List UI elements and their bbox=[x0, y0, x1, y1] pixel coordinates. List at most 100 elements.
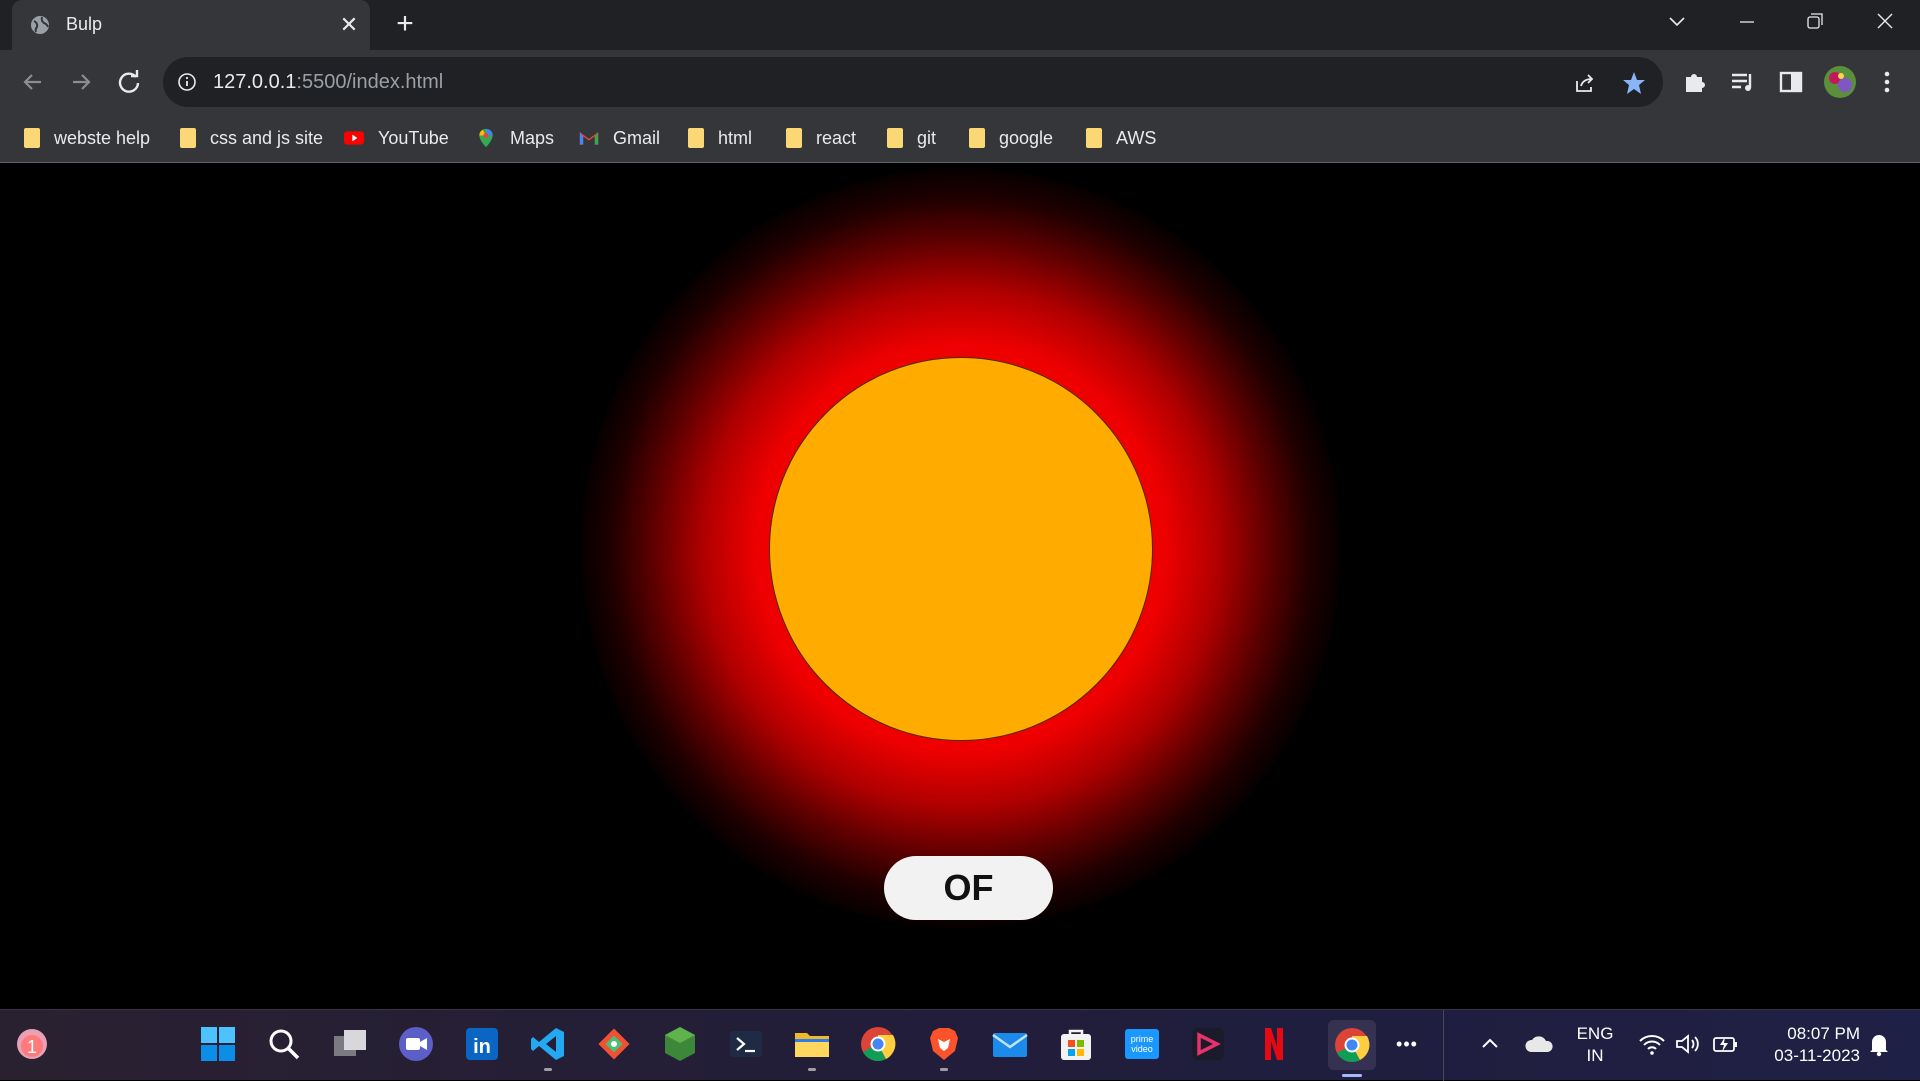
globe-icon bbox=[31, 16, 49, 34]
bookmark-aws[interactable]: AWS bbox=[1082, 123, 1156, 153]
taskbar-separator bbox=[1443, 1010, 1444, 1081]
new-tab-button[interactable]: + bbox=[390, 9, 420, 40]
volume-icon bbox=[1676, 1034, 1699, 1054]
tab-search-button[interactable] bbox=[1659, 8, 1695, 36]
gmail-icon bbox=[579, 132, 599, 145]
bookmark-label: YouTube bbox=[378, 127, 449, 148]
brave-button[interactable] bbox=[924, 1024, 964, 1071]
bookmark-google[interactable]: google bbox=[965, 123, 1053, 153]
wifi-button[interactable] bbox=[1632, 1024, 1672, 1064]
more-menu-icon[interactable] bbox=[1873, 68, 1901, 96]
bookmark-label: AWS bbox=[1116, 127, 1157, 148]
bookmark-css-and-js-site[interactable]: css and js site bbox=[176, 123, 323, 153]
teams-icon bbox=[399, 1027, 433, 1061]
clock-date: 03-11-2023 bbox=[1774, 1046, 1860, 1065]
onedrive-button[interactable] bbox=[1519, 1024, 1559, 1064]
search-button[interactable] bbox=[264, 1024, 304, 1064]
region-code: IN bbox=[1586, 1046, 1604, 1065]
bookmark-label: webste help bbox=[54, 127, 151, 148]
light-bulb bbox=[769, 357, 1153, 741]
bookmark-label: html bbox=[718, 127, 753, 148]
terminal-button[interactable] bbox=[726, 1024, 766, 1064]
app-button[interactable] bbox=[1188, 1024, 1228, 1064]
chrome-icon bbox=[1335, 1028, 1370, 1062]
prime-video-button[interactable]: prime video bbox=[1122, 1024, 1162, 1064]
git-button[interactable] bbox=[594, 1024, 634, 1064]
battery-button[interactable] bbox=[1706, 1024, 1746, 1064]
media-queue-icon[interactable] bbox=[1729, 68, 1757, 96]
restore-icon bbox=[1807, 13, 1823, 29]
bookmark-label: Gmail bbox=[613, 127, 661, 148]
minimize-button[interactable] bbox=[1729, 8, 1765, 36]
info-icon[interactable] bbox=[177, 72, 197, 92]
minimize-icon bbox=[1740, 21, 1754, 23]
address-bar[interactable]: 127.0.0.1:5500/index.html bbox=[163, 57, 1663, 107]
vscode-button[interactable] bbox=[528, 1024, 568, 1071]
file-explorer-button[interactable] bbox=[792, 1024, 832, 1071]
brave-icon bbox=[930, 1028, 958, 1060]
chrome-icon bbox=[861, 1027, 896, 1061]
netflix-button[interactable] bbox=[1254, 1024, 1294, 1064]
input-language[interactable]: ENG IN bbox=[1570, 1023, 1620, 1067]
profile-avatar-icon[interactable] bbox=[1823, 65, 1857, 99]
running-indicator bbox=[808, 1068, 816, 1071]
bookmark-label: google bbox=[999, 127, 1054, 148]
linkedin-icon: in bbox=[466, 1028, 498, 1060]
mail-button[interactable] bbox=[990, 1024, 1030, 1064]
chrome-active-button[interactable] bbox=[1328, 1020, 1376, 1077]
bookmark-youtube[interactable]: YouTube bbox=[344, 123, 449, 153]
bookmark-label: css and js site bbox=[210, 127, 324, 148]
restore-button[interactable] bbox=[1797, 8, 1833, 36]
tab-close-button[interactable]: ✕ bbox=[337, 13, 361, 37]
star-icon[interactable] bbox=[1621, 70, 1647, 96]
toggle-button[interactable]: OF bbox=[884, 856, 1053, 920]
browser-tab[interactable]: Bulp ✕ bbox=[12, 0, 370, 50]
folder-icon bbox=[969, 128, 985, 148]
notification-app[interactable]: 1 bbox=[12, 1024, 52, 1064]
taskbar: 1 in prime video ••• ENG IN 08:07 PM 03-… bbox=[0, 1009, 1920, 1081]
arrow-right-icon bbox=[73, 74, 91, 90]
bookmark-label: Maps bbox=[510, 127, 555, 148]
page-viewport: OF bbox=[0, 164, 1920, 1009]
bookmark-maps[interactable]: Maps bbox=[476, 123, 554, 153]
back-button[interactable] bbox=[17, 66, 49, 98]
more-apps-button[interactable]: ••• bbox=[1387, 1024, 1427, 1064]
bookmark-git[interactable]: git bbox=[883, 123, 936, 153]
app-icon bbox=[1192, 1028, 1224, 1060]
show-hidden-icons-button[interactable] bbox=[1470, 1024, 1510, 1064]
start-button[interactable] bbox=[198, 1024, 238, 1064]
folder-icon bbox=[24, 128, 40, 148]
node-button[interactable] bbox=[660, 1024, 700, 1064]
bookmark-react[interactable]: react bbox=[782, 123, 856, 153]
bookmark-gmail[interactable]: Gmail bbox=[579, 123, 660, 153]
volume-button[interactable] bbox=[1668, 1024, 1708, 1064]
side-panel-icon[interactable] bbox=[1777, 68, 1805, 96]
chrome-button[interactable] bbox=[858, 1024, 898, 1064]
bookmark-label: react bbox=[816, 127, 857, 148]
extensions-icon[interactable] bbox=[1681, 68, 1709, 96]
clock[interactable]: 08:07 PM 03-11-2023 bbox=[1756, 1023, 1860, 1067]
forward-button[interactable] bbox=[65, 66, 97, 98]
store-button[interactable] bbox=[1056, 1024, 1096, 1064]
node-icon bbox=[665, 1027, 695, 1061]
svg-text:in: in bbox=[473, 1036, 491, 1058]
bookmark-html[interactable]: html bbox=[684, 123, 752, 153]
title-bar: Bulp ✕ + bbox=[0, 0, 1920, 50]
task-view-button[interactable] bbox=[330, 1024, 370, 1064]
wifi-icon bbox=[1639, 1035, 1665, 1055]
battery-charging-icon bbox=[1713, 1037, 1737, 1052]
reload-button[interactable] bbox=[113, 66, 145, 98]
folder-icon bbox=[887, 128, 903, 148]
chevron-down-icon bbox=[1669, 17, 1685, 27]
close-window-button[interactable] bbox=[1867, 8, 1903, 36]
linkedin-button[interactable]: in bbox=[462, 1024, 502, 1064]
search-icon bbox=[269, 1029, 300, 1060]
notifications-button[interactable] bbox=[1859, 1024, 1899, 1064]
url-path: :5500/index.html bbox=[296, 71, 444, 93]
vscode-icon bbox=[531, 1028, 564, 1060]
task-view-icon bbox=[334, 1030, 366, 1056]
teams-button[interactable] bbox=[396, 1024, 436, 1064]
start-icon bbox=[201, 1027, 235, 1061]
bookmark-webste-help[interactable]: webste help bbox=[20, 123, 150, 153]
share-icon[interactable] bbox=[1573, 71, 1597, 95]
